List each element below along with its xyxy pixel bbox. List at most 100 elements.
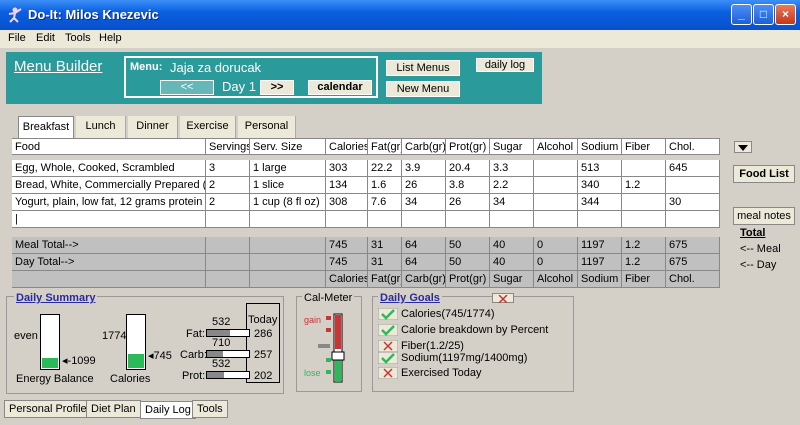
food-cell[interactable]: | <box>12 211 206 228</box>
food-cell: Meal Total--> <box>12 237 206 254</box>
food-cell[interactable]: Yogurt, plain, low fat, 12 grams protein… <box>12 194 206 211</box>
food-cell[interactable]: Egg, Whole, Cooked, Scrambled <box>12 160 206 177</box>
maximize-button[interactable]: □ <box>753 4 774 25</box>
table-cell[interactable]: 303 <box>326 160 368 177</box>
tab-diet-plan[interactable]: Diet Plan <box>86 400 141 418</box>
table-cell[interactable]: 20.4 <box>446 160 490 177</box>
table-row[interactable]: Bread, White, Commercially Prepared (Inc… <box>12 177 728 194</box>
menu-file[interactable]: File <box>8 32 26 44</box>
table-cell[interactable] <box>534 177 578 194</box>
table-cell[interactable]: 1 large <box>250 160 326 177</box>
table-cell[interactable] <box>326 211 368 228</box>
menu-help[interactable]: Help <box>99 32 122 44</box>
table-cell[interactable] <box>534 160 578 177</box>
total-label: Total <box>740 227 766 239</box>
menu-tools[interactable]: Tools <box>65 32 91 44</box>
menu-builder-panel: Menu Builder Menu: Jaja za dorucak << Da… <box>6 52 542 104</box>
table-row[interactable]: Yogurt, plain, low fat, 12 grams protein… <box>12 194 728 211</box>
title-bar[interactable]: Do-It: Milos Knezevic _ □ × <box>0 0 800 30</box>
new-menu-button[interactable]: New Menu <box>386 81 460 97</box>
table-cell: 31 <box>368 237 402 254</box>
table-cell[interactable]: 3.8 <box>446 177 490 194</box>
table-cell[interactable]: 34 <box>490 194 534 211</box>
table-cell[interactable]: 2 <box>206 177 250 194</box>
table-cell[interactable]: 26 <box>446 194 490 211</box>
column-dropdown-button[interactable] <box>734 141 752 153</box>
table-cell[interactable]: 134 <box>326 177 368 194</box>
table-cell[interactable] <box>534 194 578 211</box>
table-cell[interactable]: 2.2 <box>490 177 534 194</box>
table-cell[interactable] <box>622 211 666 228</box>
table-cell: Calories <box>326 138 368 155</box>
table-cell[interactable]: 7.6 <box>368 194 402 211</box>
tab-breakfast[interactable]: Breakfast <box>18 116 74 138</box>
table-cell[interactable]: 344 <box>578 194 622 211</box>
table-cell[interactable]: 30 <box>666 194 720 211</box>
table-cell[interactable] <box>666 177 720 194</box>
table-cell[interactable] <box>206 211 250 228</box>
table-cell[interactable]: 26 <box>402 177 446 194</box>
table-cell[interactable]: 340 <box>578 177 622 194</box>
prev-day-button[interactable]: << <box>160 80 214 95</box>
table-row-entry[interactable]: | <box>12 211 728 228</box>
calendar-button[interactable]: calendar <box>308 80 372 95</box>
table-cell[interactable]: 645 <box>666 160 720 177</box>
list-menus-button[interactable]: List Menus <box>386 60 460 76</box>
tab-personal-profile[interactable]: Personal Profile <box>4 400 92 418</box>
table-cell: 0 <box>534 237 578 254</box>
table-cell[interactable]: 1.2 <box>622 177 666 194</box>
tab-tools[interactable]: Tools <box>192 400 228 418</box>
table-cell[interactable] <box>490 211 534 228</box>
table-cell[interactable]: 34 <box>402 194 446 211</box>
daily-log-button[interactable]: daily log <box>476 58 534 72</box>
table-cell[interactable]: 3.9 <box>402 160 446 177</box>
table-cell[interactable] <box>368 211 402 228</box>
meal-notes-button[interactable]: meal notes <box>733 207 795 225</box>
table-cell: Sugar <box>490 271 534 288</box>
table-cell[interactable]: 308 <box>326 194 368 211</box>
minimize-button[interactable]: _ <box>731 4 752 25</box>
menu-builder-title: Menu Builder <box>14 58 103 75</box>
tab-daily-log[interactable]: Daily Log <box>140 401 196 419</box>
app-logo-icon <box>8 7 22 23</box>
table-cell[interactable]: 3 <box>206 160 250 177</box>
goal-text: Calorie breakdown by Percent <box>401 324 549 336</box>
close-button[interactable]: × <box>775 4 796 25</box>
table-cell <box>250 237 326 254</box>
table-cell[interactable]: 1 slice <box>250 177 326 194</box>
macro-target-fat: 532 <box>212 316 231 328</box>
food-cell[interactable]: Bread, White, Commercially Prepared (Inc… <box>12 177 206 194</box>
table-cell[interactable] <box>622 160 666 177</box>
table-row[interactable]: Egg, Whole, Cooked, Scrambled 3 1 large 303… <box>12 160 728 177</box>
energy-balance-number: -1099 <box>67 355 96 367</box>
table-cell[interactable] <box>250 211 326 228</box>
table-cell[interactable] <box>666 211 720 228</box>
goal-item: Sodium(1197mg/1400mg) <box>378 352 527 366</box>
tab-lunch[interactable]: Lunch <box>76 116 126 138</box>
table-cell[interactable]: 1.6 <box>368 177 402 194</box>
close-icon <box>498 294 508 304</box>
table-cell[interactable]: 3.3 <box>490 160 534 177</box>
tab-personal[interactable]: Personal <box>238 116 296 138</box>
tab-exercise[interactable]: Exercise <box>180 116 236 138</box>
tab-dinner[interactable]: Dinner <box>128 116 178 138</box>
goals-close-button[interactable] <box>492 293 514 304</box>
table-cell[interactable] <box>446 211 490 228</box>
table-cell[interactable]: 1 cup (8 fl oz) <box>250 194 326 211</box>
calorie-target: 1774 <box>102 330 127 342</box>
table-cell[interactable]: 513 <box>578 160 622 177</box>
food-list-button[interactable]: Food List <box>733 165 795 183</box>
table-cell[interactable] <box>402 211 446 228</box>
table-cell[interactable] <box>622 194 666 211</box>
table-cell: 745 <box>326 237 368 254</box>
table-cell: 64 <box>402 237 446 254</box>
table-cell: Prot(gr) <box>446 271 490 288</box>
menu-edit[interactable]: Edit <box>36 32 55 44</box>
next-day-button[interactable]: >> <box>260 80 294 95</box>
macro-today-carb: 257 <box>254 349 273 361</box>
table-cell[interactable]: 2 <box>206 194 250 211</box>
table-cell[interactable]: 22.2 <box>368 160 402 177</box>
table-cell[interactable] <box>578 211 622 228</box>
menu-label: Menu: <box>130 61 163 73</box>
table-cell[interactable] <box>534 211 578 228</box>
